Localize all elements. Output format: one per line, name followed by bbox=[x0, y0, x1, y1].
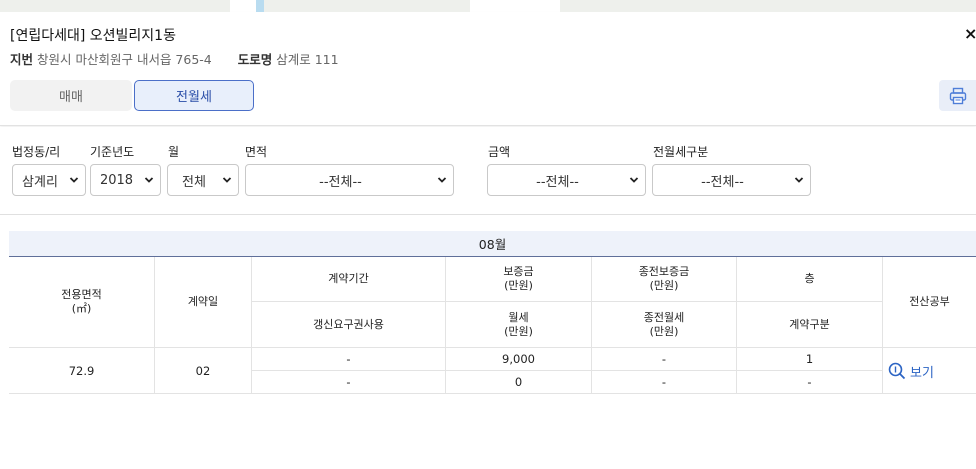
cell-contract-period: - bbox=[346, 352, 351, 366]
rent-type-select[interactable]: --전체-- bbox=[652, 164, 811, 196]
amount-select[interactable]: --전체-- bbox=[487, 164, 646, 196]
amount-select-value: --전체-- bbox=[536, 174, 579, 190]
cell-deposit: 9,000 bbox=[502, 352, 535, 366]
chevron-down-icon bbox=[794, 177, 804, 183]
dong-select-value: 삼계리 bbox=[22, 174, 58, 190]
cell-floor: 1 bbox=[805, 352, 814, 366]
year-select[interactable]: 2018 bbox=[90, 164, 161, 196]
cell-contract-day: 02 bbox=[195, 363, 211, 378]
jibun-label: 지번 bbox=[10, 52, 34, 67]
cell-prev-monthly-rent: - bbox=[661, 375, 667, 389]
print-button[interactable] bbox=[939, 80, 976, 111]
cell-renewal: - bbox=[346, 375, 351, 389]
road-value: 삼계로 111 bbox=[276, 52, 339, 67]
month-group-header: 08월 bbox=[9, 231, 976, 257]
area-select-value: --전체-- bbox=[319, 174, 362, 190]
chevron-down-icon bbox=[144, 177, 154, 183]
header-deposit: 보증금 (만원) bbox=[503, 265, 534, 292]
page-title: [연립다세대] 오션빌리지1동 bbox=[10, 28, 176, 44]
month-select[interactable]: 전체 bbox=[167, 164, 239, 196]
view-registry-button[interactable]: 보기 bbox=[888, 361, 934, 381]
dong-select[interactable]: 삼계리 bbox=[12, 164, 86, 196]
rent-type-label: 전월세구분 bbox=[653, 145, 709, 159]
month-label: 월 bbox=[168, 145, 180, 159]
address-line: 지번 창원시 마산회원구 내서읍 765-4 도로명 삼계로 111 bbox=[10, 49, 339, 68]
dong-label: 법정동/리 bbox=[12, 145, 61, 159]
header-monthly-rent: 월세 (만원) bbox=[504, 310, 533, 338]
header-area: 전용면적 (㎡) bbox=[61, 288, 102, 315]
year-label: 기준년도 bbox=[90, 145, 135, 159]
rent-type-select-value: --전체-- bbox=[701, 174, 744, 190]
map-background bbox=[0, 0, 976, 12]
jibun-value: 창원시 마산회원구 내서읍 765-4 bbox=[37, 52, 212, 67]
close-icon[interactable]: × bbox=[964, 24, 976, 43]
tab-rent[interactable]: 전월세 bbox=[134, 80, 254, 111]
road-label: 도로명 bbox=[237, 52, 273, 67]
cell-area: 72.9 bbox=[68, 363, 95, 378]
magnifier-icon bbox=[888, 362, 906, 380]
header-floor: 층 bbox=[804, 272, 815, 285]
area-select[interactable]: --전체-- bbox=[245, 164, 454, 196]
cell-contract-type: - bbox=[807, 375, 812, 389]
view-registry-label: 보기 bbox=[910, 365, 934, 381]
year-select-value: 2018 bbox=[99, 172, 134, 188]
header-renewal: 갱신요구권사용 bbox=[313, 317, 384, 331]
area-label: 면적 bbox=[245, 145, 268, 159]
header-prev-deposit: 종전보증금 (만원) bbox=[638, 265, 690, 292]
printer-icon bbox=[949, 87, 966, 104]
detail-header: [연립다세대] 오션빌리지1동 × 지번 창원시 마산회원구 내서읍 765-4… bbox=[0, 12, 976, 126]
header-contract-day: 계약일 bbox=[187, 295, 219, 308]
chevron-down-icon bbox=[629, 177, 639, 183]
cell-prev-deposit: - bbox=[661, 352, 667, 366]
header-prev-monthly-rent: 종전월세 (만원) bbox=[643, 310, 685, 338]
chevron-down-icon bbox=[437, 177, 447, 183]
header-contract-type: 계약구분 bbox=[789, 317, 830, 331]
chevron-down-icon bbox=[222, 177, 232, 183]
tab-sale[interactable]: 매매 bbox=[10, 80, 132, 111]
filter-bar: 법정동/리 기준년도 월 면적 금액 전월세구분 삼계리 2018 전체 --전… bbox=[0, 127, 976, 215]
month-select-value: 전체 bbox=[182, 174, 206, 190]
amount-label: 금액 bbox=[488, 145, 511, 159]
header-registry: 전산공부 bbox=[909, 295, 950, 308]
chevron-down-icon bbox=[69, 177, 79, 183]
header-contract-period: 계약기간 bbox=[328, 272, 369, 285]
cell-monthly-rent: 0 bbox=[514, 375, 523, 389]
